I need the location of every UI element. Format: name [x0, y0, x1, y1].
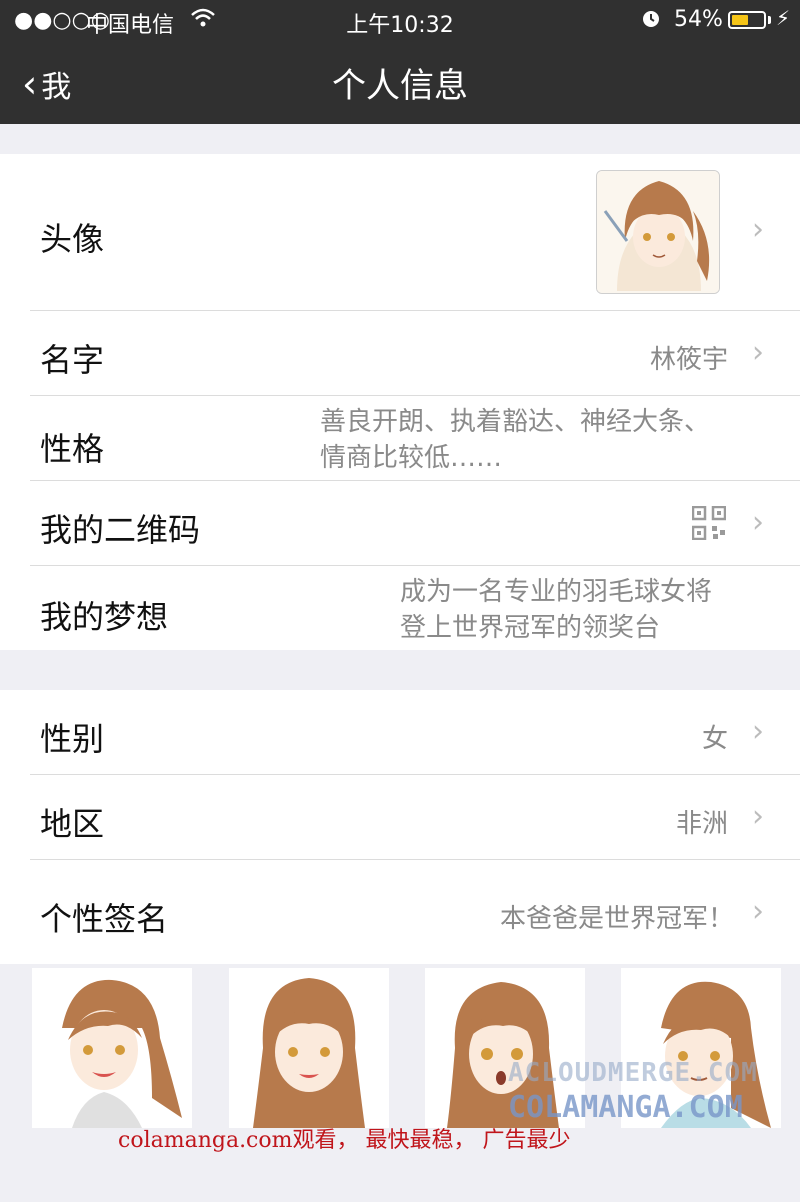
row-label: 我的二维码: [40, 511, 201, 549]
row-label: 我的梦想: [40, 598, 169, 636]
avatar[interactable]: [596, 170, 720, 294]
row-label: 性格: [40, 430, 105, 468]
region-value: 非洲: [675, 809, 728, 839]
battery-icon: [728, 11, 766, 29]
personality-value: 善良开朗、执着豁达、神经大条、 情商比较低……: [320, 404, 710, 476]
qr-code-icon: [691, 505, 727, 541]
section-gap: [0, 124, 800, 154]
name-value: 林筱宇: [649, 345, 728, 375]
footer-note: colamanga.com观看， 最快最稳， 广告最少: [118, 1128, 571, 1153]
page-title: 个人信息: [332, 66, 468, 106]
chevron-right-icon: ›: [752, 799, 764, 834]
row-gender[interactable]: 性别 女 ›: [0, 690, 800, 774]
chevron-right-icon: ›: [752, 894, 764, 929]
personality-line-1: 善良开朗、执着豁达、神经大条、: [320, 407, 711, 437]
row-name[interactable]: 名字 林筱宇 ›: [0, 311, 800, 395]
alarm-icon: [640, 7, 662, 35]
personality-line-2: 情商比较低……: [320, 443, 503, 473]
row-label: 性别: [40, 720, 105, 758]
row-qrcode[interactable]: 我的二维码 ›: [0, 481, 800, 565]
gender-value: 女: [701, 724, 728, 754]
section-gap: [0, 650, 800, 690]
chevron-right-icon: ›: [752, 212, 764, 247]
illustration-panel: [229, 968, 389, 1128]
row-signature[interactable]: 个性签名 本爸爸是世界冠军！ ›: [0, 860, 800, 964]
row-label: 地区: [40, 805, 105, 843]
battery-tip: [768, 16, 771, 24]
chevron-right-icon: ›: [752, 505, 764, 540]
chevron-right-icon: ›: [752, 335, 764, 370]
dream-line-2: 登上世界冠军的领奖台: [400, 613, 661, 643]
charging-icon: ⚡: [776, 6, 791, 30]
row-label: 头像: [40, 220, 105, 258]
signature-value: 本爸爸是世界冠军！: [499, 904, 734, 934]
battery-level: [732, 15, 749, 25]
watermark-text: COLAMANGA.COM: [508, 1090, 743, 1125]
status-bar: ●●○○○ 中国电信 上午10:32 54% ⚡: [0, 0, 800, 40]
dream-line-1: 成为一名专业的羽毛球女将: [400, 577, 713, 607]
watermark-text: ACLOUDMERGE.COM: [508, 1058, 758, 1088]
illustration-panel: [32, 968, 192, 1128]
row-label: 名字: [40, 341, 105, 379]
dream-value: 成为一名专业的羽毛球女将 登上世界冠军的领奖台: [400, 574, 712, 646]
row-region[interactable]: 地区 非洲 ›: [0, 775, 800, 859]
row-label: 个性签名: [40, 900, 169, 938]
battery-percent: 54%: [674, 7, 723, 32]
navigation-bar: ‹ 我 个人信息: [0, 40, 800, 124]
chevron-right-icon: ›: [752, 714, 764, 749]
